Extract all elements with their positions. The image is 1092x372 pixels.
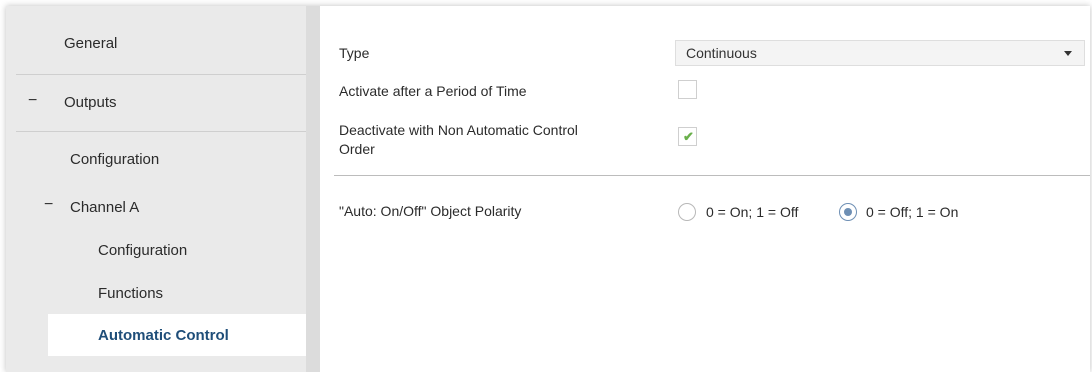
sidebar-item-label: Automatic Control bbox=[98, 327, 229, 344]
chevron-down-icon bbox=[1064, 51, 1072, 56]
section-divider bbox=[334, 175, 1090, 176]
checkmark-icon: ✔ bbox=[683, 129, 694, 144]
sidebar-item-general[interactable]: General bbox=[64, 35, 117, 52]
activate-checkbox[interactable] bbox=[678, 80, 697, 99]
collapse-outputs-icon[interactable]: − bbox=[28, 92, 37, 110]
radio-selected-dot bbox=[844, 208, 852, 216]
type-select-value: Continuous bbox=[686, 45, 757, 61]
sidebar-item-channel-configuration[interactable]: Configuration bbox=[98, 242, 187, 259]
settings-panel: Type Continuous Activate after a Period … bbox=[320, 6, 1090, 372]
polarity-option-1-label: 0 = On; 1 = Off bbox=[706, 204, 799, 220]
polarity-label: "Auto: On/Off" Object Polarity bbox=[339, 203, 522, 219]
sidebar-item-automatic-control[interactable]: Automatic Control bbox=[48, 314, 330, 356]
sidebar-item-channel-a[interactable]: Channel A bbox=[70, 199, 139, 216]
sidebar-scrollbar[interactable] bbox=[306, 6, 320, 372]
type-label: Type bbox=[339, 45, 370, 61]
deactivate-label-line1: Deactivate with Non Automatic Control bbox=[339, 122, 578, 138]
sidebar-item-functions[interactable]: Functions bbox=[98, 285, 163, 302]
sidebar: General − Outputs Configuration − Channe… bbox=[6, 6, 330, 372]
sidebar-separator bbox=[16, 74, 306, 75]
activate-label: Activate after a Period of Time bbox=[339, 83, 527, 99]
app-window: General − Outputs Configuration − Channe… bbox=[6, 6, 1090, 372]
sidebar-item-outputs[interactable]: Outputs bbox=[64, 94, 117, 111]
polarity-radio-option-2[interactable] bbox=[839, 203, 857, 221]
polarity-option-2-label: 0 = Off; 1 = On bbox=[866, 204, 959, 220]
sidebar-item-configuration[interactable]: Configuration bbox=[70, 151, 159, 168]
sidebar-separator bbox=[16, 131, 306, 132]
collapse-channel-a-icon[interactable]: − bbox=[44, 196, 53, 214]
deactivate-checkbox[interactable]: ✔ bbox=[678, 127, 697, 146]
type-select[interactable]: Continuous bbox=[675, 40, 1085, 66]
polarity-radio-option-1[interactable] bbox=[678, 203, 696, 221]
deactivate-label-line2: Order bbox=[339, 141, 375, 157]
